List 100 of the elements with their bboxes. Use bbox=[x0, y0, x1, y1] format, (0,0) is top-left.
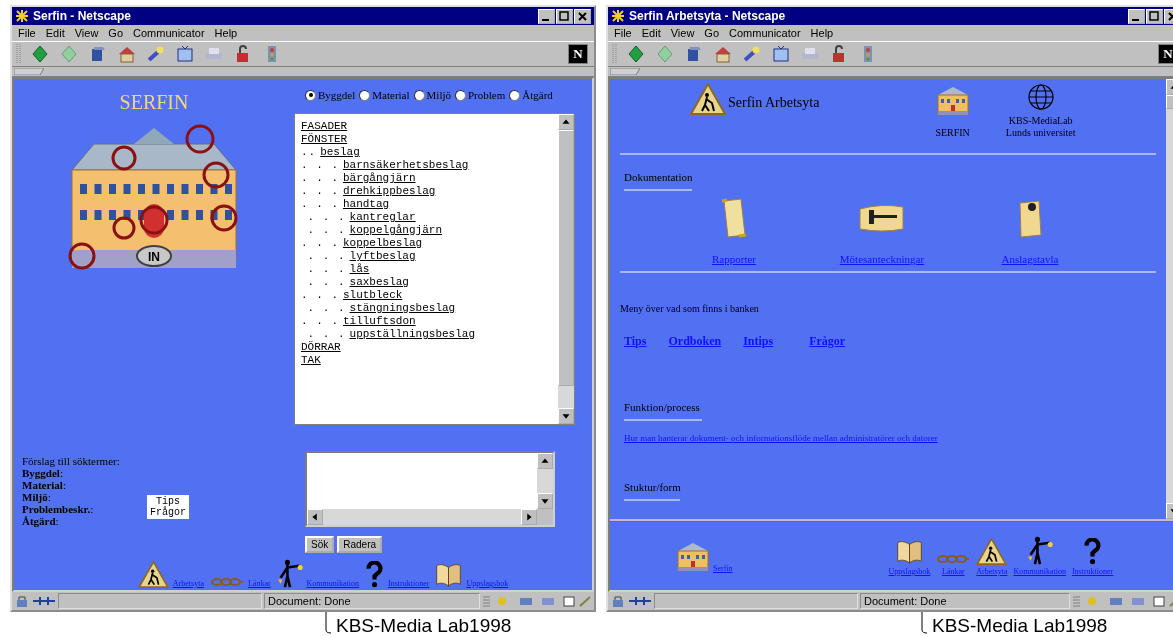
tree-dots: . . . bbox=[307, 250, 346, 263]
warning-worker-icon bbox=[976, 538, 1008, 565]
tv-icon[interactable] bbox=[771, 44, 791, 64]
section-heading: Funktion/process bbox=[624, 401, 700, 413]
figure-caption: KBS-Media Lab1998 bbox=[336, 615, 512, 637]
tree-dots: . . . bbox=[307, 224, 346, 237]
term-label: Material: bbox=[22, 479, 67, 491]
tree-link[interactable]: TAK bbox=[301, 354, 321, 367]
tree-link[interactable]: lyftbeslag bbox=[349, 250, 416, 263]
tree-link[interactable]: tilluftsdon bbox=[342, 315, 416, 328]
menu-item[interactable]: View bbox=[74, 27, 99, 39]
back-icon[interactable] bbox=[30, 44, 50, 64]
padlock-icon bbox=[610, 594, 626, 608]
menu-item[interactable]: Communicator bbox=[729, 27, 801, 39]
menu-item[interactable]: File bbox=[18, 27, 36, 39]
minimize-icon[interactable] bbox=[538, 8, 555, 24]
leader-line bbox=[324, 612, 332, 634]
back-icon[interactable] bbox=[626, 44, 646, 64]
form-button[interactable]: Radera bbox=[337, 536, 383, 553]
home-icon[interactable] bbox=[117, 44, 137, 64]
tree-link[interactable]: stängningsbeslag bbox=[349, 302, 456, 315]
menu-item[interactable]: Edit bbox=[641, 27, 661, 39]
close-icon[interactable] bbox=[574, 8, 591, 24]
tree-link[interactable]: bärgångjärn bbox=[342, 172, 416, 185]
toolbar-grip[interactable] bbox=[16, 44, 21, 64]
tree-link[interactable]: slutbleck bbox=[342, 289, 403, 302]
open-book-icon bbox=[895, 539, 923, 565]
radio-option[interactable]: Problem bbox=[455, 89, 506, 101]
search-icon[interactable] bbox=[146, 44, 166, 64]
component-bar-icon bbox=[482, 594, 592, 608]
menu-item[interactable]: Go bbox=[108, 27, 124, 39]
menu-item[interactable]: Help bbox=[214, 27, 238, 39]
term-label: Miljö: bbox=[22, 491, 52, 503]
scrollbar[interactable] bbox=[537, 453, 553, 509]
tree-link[interactable]: koppelbeslag bbox=[342, 237, 423, 250]
home-icon[interactable] bbox=[713, 44, 733, 64]
logo-caption: KBS-MediaLab bbox=[1007, 115, 1074, 127]
tree-link[interactable]: lås bbox=[349, 263, 370, 276]
entrance-label: IN bbox=[148, 250, 160, 264]
padlock-icon bbox=[14, 594, 30, 608]
tree-link[interactable]: kantreglar bbox=[349, 211, 416, 224]
tree-dots: . . . bbox=[301, 289, 339, 302]
scrollbar-thumb[interactable] bbox=[558, 130, 574, 386]
tv-icon[interactable] bbox=[175, 44, 195, 64]
scroll-icon bbox=[719, 197, 749, 239]
section-heading: Stuktur/form bbox=[624, 481, 681, 493]
question-mark-icon bbox=[365, 561, 385, 588]
tree-dots: . . . bbox=[301, 315, 339, 328]
search-text-area[interactable] bbox=[305, 451, 555, 527]
scrollbar[interactable] bbox=[558, 114, 574, 424]
tree-link[interactable]: FÖNSTER bbox=[301, 133, 348, 146]
maximize-icon[interactable] bbox=[1146, 8, 1163, 24]
tree-link[interactable]: saxbeslag bbox=[349, 276, 409, 289]
tree-link[interactable]: beslag bbox=[320, 146, 360, 159]
leader-line bbox=[920, 612, 928, 634]
toolbar-grip[interactable] bbox=[612, 44, 617, 64]
minimize-icon[interactable] bbox=[1128, 8, 1145, 24]
tree-link[interactable]: DÖRRAR bbox=[301, 341, 341, 354]
terms-title: Förslag till söktermer: bbox=[22, 455, 121, 467]
menu-item[interactable]: View bbox=[670, 27, 695, 39]
warning-worker-icon bbox=[137, 561, 169, 588]
figure-caption: KBS-Media Lab1998 bbox=[932, 615, 1108, 637]
radio-option[interactable]: Åtgärd bbox=[509, 89, 553, 101]
chain-icon bbox=[936, 553, 971, 565]
radio-option[interactable]: Byggdel bbox=[305, 89, 356, 101]
radio-option[interactable]: Material bbox=[359, 89, 410, 101]
status-text: Document: Done bbox=[860, 593, 1070, 609]
menu-item[interactable]: Go bbox=[704, 27, 720, 39]
netscape-star-icon bbox=[15, 9, 29, 23]
logo-caption: SERFIN bbox=[935, 127, 970, 139]
tree-dots: . . . bbox=[307, 302, 346, 315]
form-button[interactable]: Sök bbox=[305, 536, 335, 553]
scrollbar[interactable] bbox=[307, 509, 537, 525]
tree-link[interactable]: barnsäkerhetsbeslag bbox=[342, 159, 469, 172]
term-label: Åtgärd: bbox=[22, 515, 60, 527]
warning-worker-icon bbox=[690, 83, 726, 115]
search-icon[interactable] bbox=[742, 44, 762, 64]
component-bar-icon bbox=[1072, 594, 1173, 608]
menu-item[interactable]: Communicator bbox=[133, 27, 205, 39]
menu-item[interactable]: Edit bbox=[45, 27, 65, 39]
tree-link[interactable]: FASADER bbox=[301, 120, 348, 133]
browser-logo: N bbox=[1158, 44, 1173, 64]
tips-button[interactable]: Tips Frågor bbox=[147, 495, 189, 519]
browser-logo: N bbox=[568, 44, 588, 64]
person-with-lamp-icon bbox=[1026, 536, 1053, 565]
tree-link[interactable]: koppelgångjärn bbox=[349, 224, 442, 237]
scrollbar-corner bbox=[537, 509, 553, 525]
menu-description: Meny över vad som finns i banken bbox=[620, 302, 760, 314]
page-title: Serfin Arbetsyta bbox=[728, 95, 820, 111]
term-label: Byggdel: bbox=[22, 467, 64, 479]
tree-link[interactable]: uppställningsbeslag bbox=[349, 328, 475, 341]
tree-dots: . . . bbox=[301, 198, 339, 211]
menu-item[interactable]: Help bbox=[810, 27, 834, 39]
window-title: Serfin Arbetsyta - Netscape bbox=[629, 9, 787, 23]
maximize-icon[interactable] bbox=[556, 8, 573, 24]
menu-item[interactable]: File bbox=[614, 27, 632, 39]
tree-link[interactable]: drehkippbeslag bbox=[342, 185, 436, 198]
radio-option[interactable]: Miljö bbox=[413, 89, 451, 101]
tree-dots: . . . bbox=[301, 172, 339, 185]
tree-link[interactable]: handtag bbox=[342, 198, 390, 211]
